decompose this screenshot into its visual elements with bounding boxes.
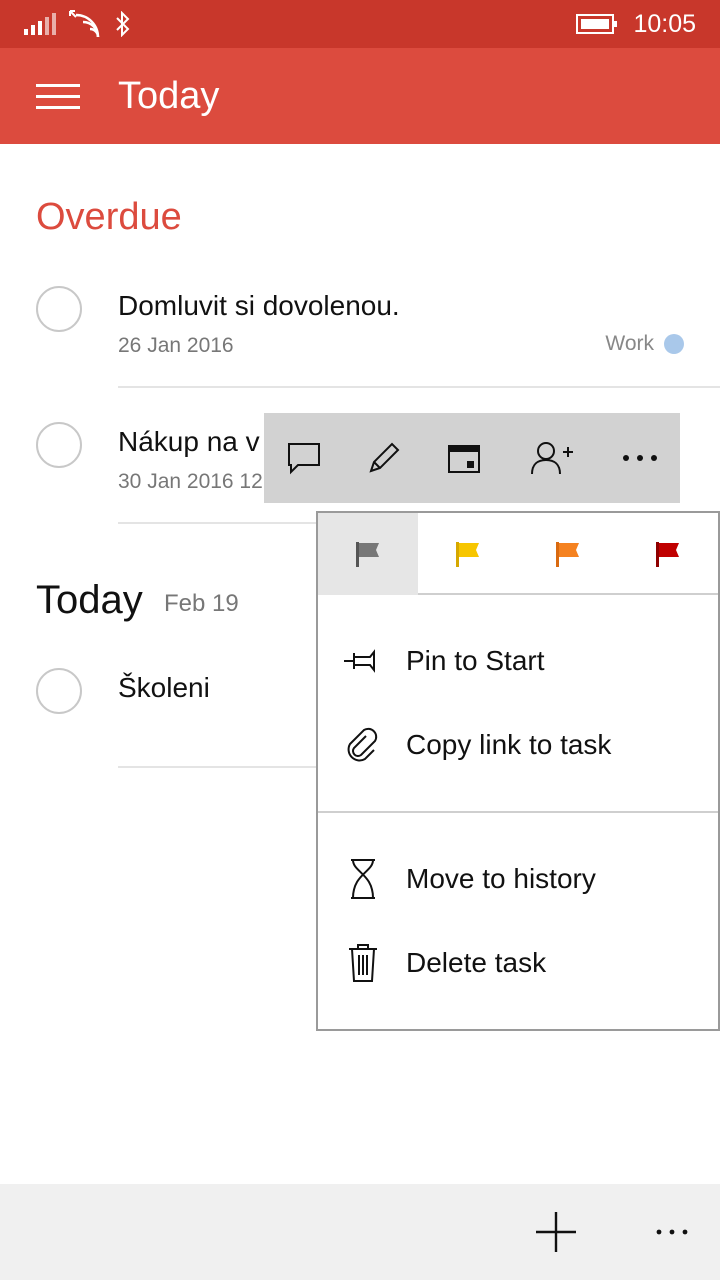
task-title: Nákup na v xyxy=(118,426,260,457)
task-checkbox[interactable] xyxy=(36,668,82,714)
menu-item-label: Pin to Start xyxy=(406,645,545,676)
link-icon xyxy=(342,721,384,769)
task-title: Školeni xyxy=(118,672,210,703)
more-icon[interactable] xyxy=(600,413,680,503)
list-color-dot xyxy=(664,334,684,354)
section-title-overdue: Overdue xyxy=(36,196,182,238)
clock-time: 10:05 xyxy=(633,9,696,38)
flag-yellow-icon[interactable] xyxy=(418,513,518,595)
pin-icon xyxy=(342,637,384,685)
task-title: Domluvit si dovolenou. xyxy=(118,290,400,321)
hamburger-icon[interactable] xyxy=(28,74,88,118)
task-checkbox[interactable] xyxy=(36,286,82,332)
more-icon[interactable] xyxy=(640,1184,704,1280)
task-options-menu: Pin to Start Copy link to task Move to h… xyxy=(316,511,720,1031)
task-date: 26 Jan 2016 xyxy=(118,334,234,357)
task-checkbox[interactable] xyxy=(36,422,82,468)
trash-icon xyxy=(342,939,384,987)
page-title: Today xyxy=(118,75,220,117)
app-bar: Today xyxy=(0,48,720,144)
flag-none-icon[interactable] xyxy=(318,513,418,595)
section-title-today: Today xyxy=(36,578,143,622)
comment-icon[interactable] xyxy=(264,413,344,503)
task-date: 30 Jan 2016 12 xyxy=(118,470,263,493)
flag-red-icon[interactable] xyxy=(618,513,718,595)
bottom-app-bar xyxy=(0,1184,720,1280)
context-toolbar xyxy=(264,413,680,503)
add-icon[interactable] xyxy=(516,1184,596,1280)
menu-item-pin[interactable]: Pin to Start xyxy=(318,621,718,701)
signal-icon xyxy=(24,0,56,48)
flag-selector xyxy=(318,513,718,595)
menu-divider xyxy=(318,811,718,813)
flag-orange-icon[interactable] xyxy=(518,513,618,595)
bluetooth-icon xyxy=(114,0,132,48)
wifi-icon xyxy=(68,0,100,48)
battery-icon xyxy=(576,0,618,48)
menu-item-label: Delete task xyxy=(406,947,547,978)
menu-item-label: Copy link to task xyxy=(406,729,612,760)
divider xyxy=(118,386,720,388)
assign-person-icon[interactable] xyxy=(512,413,592,503)
status-bar: 10:05 xyxy=(0,0,720,48)
menu-item-copy-link[interactable]: Copy link to task xyxy=(318,705,718,785)
edit-icon[interactable] xyxy=(344,413,424,503)
section-date: Feb 19 xyxy=(164,590,239,617)
calendar-icon[interactable] xyxy=(424,413,504,503)
task-item[interactable]: Domluvit si dovolenou. 26 Jan 2016 Work xyxy=(0,270,720,390)
menu-item-label: Move to history xyxy=(406,863,596,894)
menu-item-delete-task[interactable]: Delete task xyxy=(318,923,718,1003)
task-list-label: Work xyxy=(605,332,654,355)
menu-item-move-to-history[interactable]: Move to history xyxy=(318,839,718,919)
hourglass-icon xyxy=(342,855,384,903)
